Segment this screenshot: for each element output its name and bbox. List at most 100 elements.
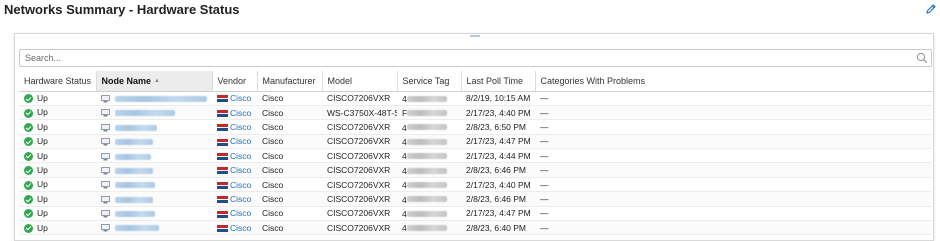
- manufacturer-cell: Cisco: [257, 177, 322, 193]
- node-name-link[interactable]: [115, 139, 153, 146]
- node-name-link[interactable]: [115, 225, 159, 232]
- service-tag-cell: 4: [397, 162, 461, 178]
- node-name-link[interactable]: [115, 167, 153, 174]
- node-icon: [101, 224, 110, 232]
- service-tag-redacted: [406, 225, 447, 232]
- categories-cell: —: [535, 134, 932, 150]
- vendor-cell: Cisco: [212, 220, 257, 236]
- manufacturer-cell: Cisco: [257, 134, 322, 150]
- categories-cell: —: [535, 148, 932, 164]
- search-icon[interactable]: [916, 52, 928, 64]
- panel-drag-handle[interactable]: [470, 35, 480, 37]
- model-cell: CISCO7206VXR: [322, 134, 397, 150]
- model-cell: CISCO7206VXR: [322, 177, 397, 193]
- column-header-model[interactable]: Model: [322, 71, 398, 92]
- node-name-cell[interactable]: [96, 220, 212, 236]
- table-row[interactable]: Up Cisco Cisco CISCO7206VXR 4 2/17/23, 4:47 P…: [19, 134, 932, 150]
- cisco-logo-icon: [217, 124, 228, 132]
- node-name-link[interactable]: [115, 211, 155, 218]
- service-tag-cell: F: [397, 105, 461, 121]
- node-name-cell[interactable]: [96, 105, 212, 121]
- column-header-last-poll-time[interactable]: Last Poll Time: [461, 71, 536, 92]
- column-header-node-name[interactable]: Node Name ▲: [96, 71, 213, 92]
- vendor-link[interactable]: Cisco: [230, 180, 251, 190]
- node-icon: [101, 166, 110, 175]
- table-row[interactable]: Up Cisco Cisco CISCO7206VXR 4 2/17/23, 4:40 P…: [19, 177, 932, 193]
- hardware-status-cell: Up: [19, 191, 96, 207]
- vendor-link[interactable]: Cisco: [230, 194, 251, 204]
- node-icon: [101, 138, 110, 146]
- node-name-cell[interactable]: [96, 177, 212, 193]
- status-up-icon: [24, 223, 33, 233]
- service-tag-redacted: [406, 124, 447, 131]
- node-name-cell[interactable]: [96, 191, 212, 207]
- node-name-link[interactable]: [115, 182, 155, 189]
- vendor-link[interactable]: Cisco: [230, 165, 251, 175]
- hardware-status-cell: Up: [19, 134, 96, 150]
- table-row[interactable]: Up Cisco Cisco CISCO7206VXR 4 8/2/19, 10:15 A…: [19, 91, 932, 106]
- last-poll-time-cell: 2/17/23, 4:47 PM: [461, 206, 535, 222]
- column-header-categories-with-problems[interactable]: Categories With Problems: [535, 71, 932, 92]
- node-name-link[interactable]: [115, 124, 157, 131]
- table-row[interactable]: Up Cisco Cisco CISCO7206VXR 4 2/8/23, 6:50 PM…: [19, 119, 932, 135]
- node-name-cell[interactable]: [96, 91, 212, 106]
- service-tag-cell: 4: [397, 91, 461, 106]
- column-header-manufacturer[interactable]: Manufacturer: [257, 71, 323, 92]
- vendor-link[interactable]: Cisco: [230, 151, 251, 161]
- last-poll-time-cell: 2/8/23, 6:40 PM: [461, 220, 535, 236]
- manufacturer-cell: Cisco: [257, 119, 322, 135]
- vendor-link[interactable]: Cisco: [230, 122, 251, 132]
- categories-cell: —: [535, 177, 932, 193]
- node-name-cell[interactable]: [96, 162, 212, 178]
- node-name-link[interactable]: [115, 153, 151, 160]
- node-name-link[interactable]: [115, 196, 153, 203]
- categories-cell: —: [535, 191, 932, 207]
- last-poll-time-cell: 2/17/23, 4:47 PM: [461, 134, 535, 150]
- model-cell: CISCO7206VXR: [322, 119, 397, 135]
- node-name-link[interactable]: [115, 110, 175, 117]
- table-row[interactable]: Up Cisco Cisco CISCO7206VXR 4 2/8/23, 6:46 PM…: [19, 162, 932, 178]
- service-tag-cell: 4: [397, 206, 461, 222]
- vendor-link[interactable]: Cisco: [230, 223, 251, 233]
- last-poll-time-cell: 2/17/23, 4:44 PM: [461, 148, 535, 164]
- vendor-cell: Cisco: [212, 91, 257, 106]
- model-cell: CISCO7206VXR: [322, 220, 397, 236]
- table-row[interactable]: Up Cisco Cisco CISCO7206VXR 4 2/8/23, 6:46 PM…: [19, 191, 932, 207]
- pencil-icon[interactable]: [925, 3, 937, 15]
- cisco-logo-icon: [217, 167, 228, 175]
- status-label: Up: [37, 179, 48, 190]
- service-tag-cell: 4: [397, 220, 461, 236]
- table-row[interactable]: Up Cisco Cisco CISCO7206VXR 4 2/8/23, 6:40 PM…: [19, 220, 932, 236]
- service-tag-redacted: [406, 95, 447, 102]
- vendor-link[interactable]: Cisco: [230, 93, 251, 103]
- vendor-cell: Cisco: [212, 105, 257, 121]
- node-name-link[interactable]: [115, 95, 207, 102]
- last-poll-time-cell: 2/17/23, 4:40 PM: [461, 177, 535, 193]
- vendor-cell: Cisco: [212, 191, 257, 207]
- search-input[interactable]: [25, 51, 905, 65]
- vendor-link[interactable]: Cisco: [230, 108, 251, 118]
- vendor-link[interactable]: Cisco: [230, 136, 251, 146]
- column-header-vendor[interactable]: Vendor: [212, 71, 258, 92]
- status-up-icon: [24, 195, 33, 205]
- node-name-cell[interactable]: [96, 134, 212, 150]
- status-label: Up: [37, 165, 48, 176]
- vendor-link[interactable]: Cisco: [230, 208, 251, 218]
- node-icon: [101, 181, 110, 189]
- status-up-icon: [24, 166, 33, 176]
- table-row[interactable]: Up Cisco Cisco CISCO7206VXR 4 2/17/23, 4:44 P…: [19, 148, 932, 164]
- node-name-cell[interactable]: [96, 148, 212, 164]
- table-row[interactable]: Up Cisco Cisco CISCO7206VXR 4 2/17/23, 4:47 P…: [19, 206, 932, 222]
- service-tag-redacted: [406, 181, 447, 188]
- column-header-service-tag[interactable]: Service Tag: [397, 71, 462, 92]
- column-header-hardware-status[interactable]: Hardware Status: [19, 71, 97, 92]
- node-name-cell[interactable]: [96, 119, 212, 135]
- node-name-cell[interactable]: [96, 206, 212, 222]
- status-up-icon: [24, 123, 33, 133]
- cisco-logo-icon: [217, 210, 228, 218]
- hardware-status-cell: Up: [19, 206, 96, 222]
- manufacturer-cell: Cisco: [257, 148, 322, 164]
- service-tag-redacted: [406, 167, 447, 174]
- table-row[interactable]: Up Cisco Cisco WS-C3750X-48T-S F 2/17/23, 4:4…: [19, 105, 932, 121]
- cisco-logo-icon: [217, 153, 228, 160]
